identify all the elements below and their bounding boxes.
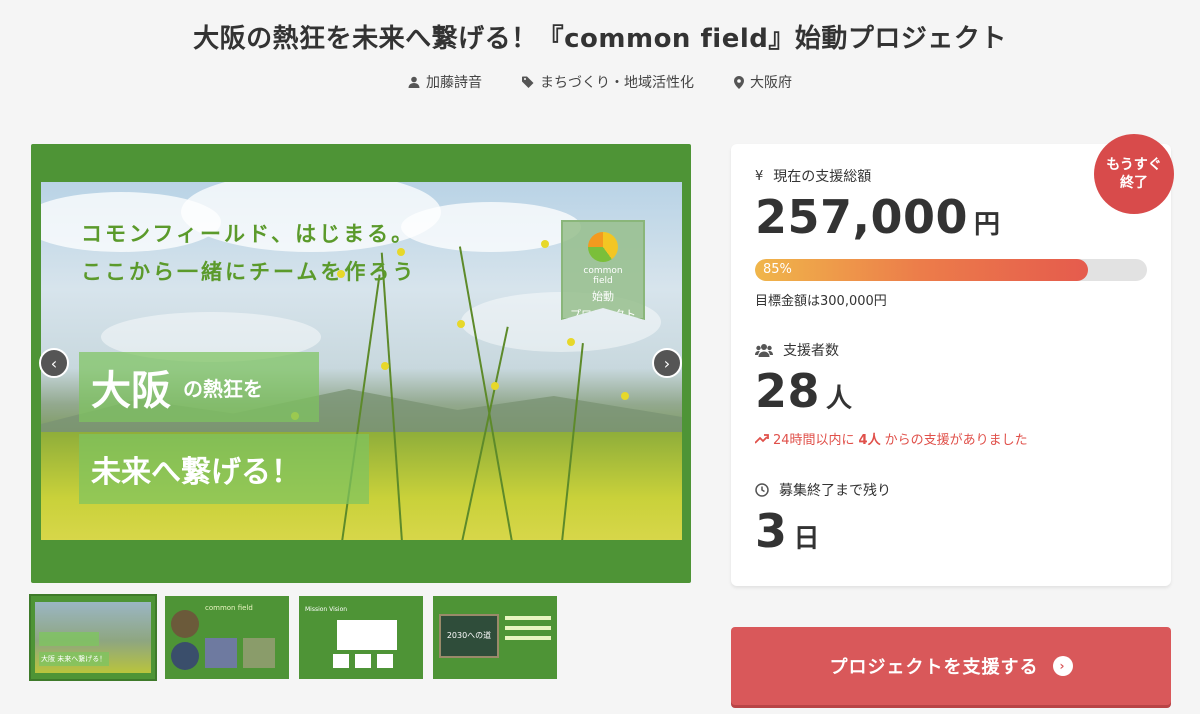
next-slide-button[interactable]: › [652,348,682,378]
hero-tagline-2: ここから一緒にチームを作ろう [81,260,417,284]
hero-headline-2: 未来へ繋げる！ [79,434,369,504]
headline-small: の熱狂を [183,376,263,401]
category-name: まちづくり・地域活性化 [540,75,694,91]
thumbnail-strip: 大阪 未来へ繋げる！ common field Mission Vision 2… [29,594,557,681]
goal-amount: 目標金額は300,000円 [755,294,887,309]
ending-badge-line1: もうすぐ [1106,157,1162,173]
remaining-number: 3 [755,504,788,558]
progress-label: 85% [763,262,792,277]
thumbnail-3[interactable]: Mission Vision [299,596,423,679]
trend-count: 4人 [858,433,881,448]
author-name: 加藤詩音 [426,75,482,91]
badge-line2: field [593,276,613,286]
supporters-label: 支援者数 [783,343,839,359]
ending-soon-badge: もうすぐ 終了 [1094,134,1174,214]
map-pin-icon [734,75,744,89]
thumbnail-4[interactable]: 2030への道 [433,596,557,679]
location-name: 大阪府 [750,75,792,91]
amount-label-row: ¥ 現在の支援総額 [755,166,871,186]
supporters-label-row: 支援者数 [755,340,839,360]
hero-image: コモンフィールド、はじまる。 ここから一緒にチームを作ろう common fie… [41,182,682,540]
amount-number: 257,000 [755,190,969,244]
yen-icon: ¥ [755,168,764,184]
support-project-button[interactable]: プロジェクトを支援する › [731,627,1171,705]
amount-unit: 円 [974,210,1001,240]
thumbnail-1-label: 大阪 未来へ繋げる！ [39,652,109,666]
tag-icon [522,76,534,88]
remaining-label: 募集終了まで残り [779,483,891,499]
support-button-label: プロジェクトを支援する [829,657,1039,678]
thumbnail-4-label: 2030への道 [439,614,499,658]
trend-post: からの支援がありました [884,433,1028,448]
location-meta[interactable]: 大阪府 [734,72,792,92]
hero-tagline-1: コモンフィールド、はじまる。 [81,222,416,246]
supporters-unit: 人 [826,384,853,414]
category-meta[interactable]: まちづくり・地域活性化 [522,72,694,92]
amount-label: 現在の支援総額 [773,169,872,185]
recent-support-note: 24時間以内に 4人 からの支援がありました [755,429,1028,448]
trending-up-icon [755,433,769,444]
thumbnail-2-label: common field [205,604,253,612]
thumbnail-3-label: Mission Vision [305,606,348,613]
thumbnail-2[interactable]: common field [165,596,289,679]
ending-badge-line2: 終了 [1120,175,1148,191]
remaining-unit: 日 [793,524,820,554]
trend-pre: 24時間以内に [773,433,855,448]
author-meta[interactable]: 加藤詩音 [408,72,482,92]
badge-line3: 始動 [592,290,614,303]
users-icon [755,344,773,357]
progress-fill [755,259,1089,281]
clock-icon [755,483,769,497]
supporters-number: 28 [755,364,821,418]
hero-headline-1: 大阪 の熱狂を [79,352,319,422]
badge-line1: common [583,266,623,276]
funding-panel: ¥ 現在の支援総額 257,000 円 85% 目標金額は300,000円 支援者… [731,144,1171,586]
headline-big: 大阪 [91,368,171,414]
prev-slide-button[interactable]: ‹ [39,348,69,378]
remaining-value: 3日 [755,504,820,558]
common-field-logo [588,232,618,262]
user-icon [408,76,420,88]
project-meta: 加藤詩音 まちづくり・地域活性化 大阪府 [0,72,1200,92]
hero-slideshow[interactable]: コモンフィールド、はじまる。 ここから一緒にチームを作ろう common fie… [31,144,691,583]
project-badge: common field 始動 プロジェクト [561,220,645,320]
funding-progress-bar: 85% [755,259,1147,281]
page-title: 大阪の熱狂を未来へ繋げる！『common field』始動プロジェクト [193,24,1007,54]
remaining-label-row: 募集終了まで残り [755,480,891,500]
amount-value: 257,000 円 [755,190,1000,244]
chevron-right-icon: › [1052,656,1073,676]
thumbnail-1[interactable]: 大阪 未来へ繋げる！ [29,594,157,681]
supporters-value: 28 人 [755,364,852,418]
